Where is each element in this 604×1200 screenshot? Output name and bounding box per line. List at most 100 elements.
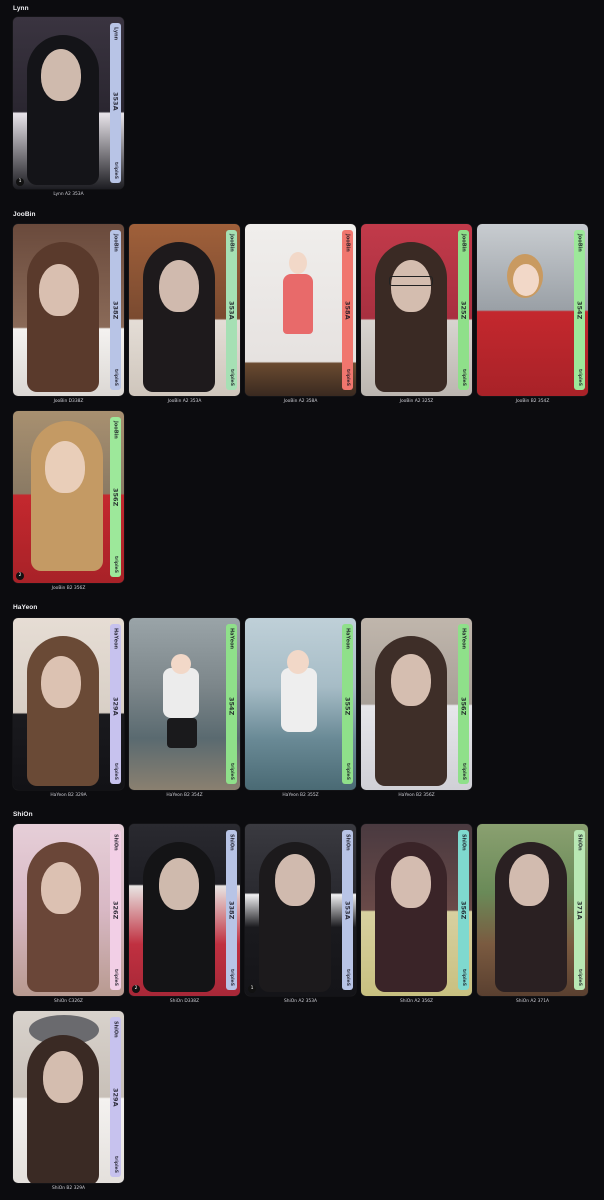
card-caption: HaYeon B2 354Z bbox=[166, 793, 203, 798]
card-photo bbox=[13, 17, 124, 189]
card-photo bbox=[361, 224, 472, 396]
objekt-card[interactable]: HaYeon 355Z tripleS bbox=[245, 618, 356, 790]
strip-collection-code: 326Z bbox=[111, 900, 120, 919]
strip-brand: tripleS bbox=[345, 763, 350, 780]
strip-member-name: JooBin bbox=[460, 234, 467, 252]
face-shape bbox=[513, 264, 539, 296]
card-photo bbox=[13, 618, 124, 790]
face-shape bbox=[41, 862, 81, 914]
strip-member-name: HaYeon bbox=[228, 628, 235, 650]
card-caption: ShiOn A2 353A bbox=[283, 999, 317, 1004]
top-shape bbox=[163, 668, 199, 718]
card-photo bbox=[129, 824, 240, 996]
objekt-card[interactable]: ShiOn 371A tripleS bbox=[477, 824, 588, 996]
face-shape bbox=[287, 650, 309, 674]
objekt-card[interactable]: JooBin 354Z tripleS bbox=[477, 224, 588, 396]
strip-member-name: ShiOn bbox=[460, 834, 467, 851]
strip-collection-code: 356Z bbox=[459, 696, 468, 716]
face-shape bbox=[509, 854, 549, 906]
face-shape bbox=[391, 260, 431, 312]
card-caption: JooBin A2 358A bbox=[283, 399, 318, 404]
card-caption: JooBin B2 356Z bbox=[51, 586, 86, 591]
objekt-card[interactable]: Lynn 353A tripleS 1 bbox=[13, 17, 124, 189]
objekt-card[interactable]: JooBin 356Z tripleS 2 bbox=[13, 411, 124, 583]
objekt-card[interactable]: JooBin 338Z tripleS bbox=[13, 224, 124, 396]
strip-member-name: ShiOn bbox=[576, 834, 583, 851]
objekt-card[interactable]: HaYeon 356Z tripleS bbox=[361, 618, 472, 790]
face-shape bbox=[45, 441, 85, 493]
card-photo bbox=[245, 224, 356, 396]
strip-brand: tripleS bbox=[345, 369, 350, 386]
card-photo bbox=[129, 224, 240, 396]
card-caption: ShiOn A2 371A bbox=[515, 999, 549, 1004]
card-photo bbox=[13, 1011, 124, 1183]
card-caption: Lynn A2 353A bbox=[53, 192, 84, 197]
card-info-strip: JooBin 356Z tripleS bbox=[110, 417, 121, 577]
card-caption: JooBin B2 354Z bbox=[515, 399, 550, 404]
strip-brand: tripleS bbox=[461, 969, 466, 986]
objekt-card[interactable]: JooBin 325Z tripleS bbox=[361, 224, 472, 396]
face-shape bbox=[159, 858, 199, 910]
strip-brand: tripleS bbox=[113, 369, 118, 386]
strip-member-name: JooBin bbox=[344, 234, 351, 252]
copy-count-badge: 2 bbox=[16, 572, 24, 580]
card-info-strip: ShiOn 329A tripleS bbox=[110, 1017, 121, 1177]
face-shape bbox=[159, 260, 199, 312]
shorts-shape bbox=[167, 718, 197, 748]
card-caption: ShiOn A2 356Z bbox=[399, 999, 433, 1004]
objekt-card[interactable]: ShiOn 329A tripleS bbox=[13, 1011, 124, 1183]
card-caption: HaYeon B2 356Z bbox=[398, 793, 435, 798]
strip-member-name: JooBin bbox=[228, 234, 235, 252]
group-title-shion: ShiOn bbox=[13, 811, 33, 818]
strip-member-name: JooBin bbox=[112, 421, 119, 439]
copy-count-badge: 2 bbox=[132, 985, 140, 993]
card-photo bbox=[245, 824, 356, 996]
strip-brand: tripleS bbox=[229, 763, 234, 780]
card-photo bbox=[129, 618, 240, 790]
card-info-strip: HaYeon 356Z tripleS bbox=[458, 624, 469, 784]
face-shape bbox=[39, 264, 79, 316]
strip-collection-code: 356Z bbox=[459, 900, 468, 919]
strip-brand: tripleS bbox=[113, 763, 118, 780]
group-title-hayeon: HaYeon bbox=[13, 604, 38, 611]
objekt-card[interactable]: HaYeon 354Z tripleS bbox=[129, 618, 240, 790]
strip-member-name: ShiOn bbox=[344, 834, 351, 851]
objekt-card[interactable]: ShiOn 338Z tripleS 2 bbox=[129, 824, 240, 996]
strip-collection-code: 353A bbox=[111, 91, 120, 111]
face-shape bbox=[289, 252, 307, 274]
objekt-card[interactable]: ShiOn 356Z tripleS bbox=[361, 824, 472, 996]
strip-brand: tripleS bbox=[461, 369, 466, 386]
strip-member-name: JooBin bbox=[112, 234, 119, 252]
objekt-card[interactable]: JooBin 358A tripleS bbox=[245, 224, 356, 396]
card-info-strip: HaYeon 329A tripleS bbox=[110, 624, 121, 784]
card-caption: ShiOn C326Z bbox=[54, 999, 83, 1004]
strip-collection-code: 371A bbox=[575, 900, 584, 920]
copy-count-badge: 1 bbox=[16, 178, 24, 186]
card-photo bbox=[477, 824, 588, 996]
card-photo bbox=[361, 824, 472, 996]
face-shape bbox=[391, 856, 431, 908]
strip-collection-code: 329A bbox=[111, 696, 120, 716]
strip-collection-code: 355Z bbox=[343, 696, 352, 716]
objekt-card[interactable]: ShiOn 326Z tripleS bbox=[13, 824, 124, 996]
card-info-strip: ShiOn 371A tripleS bbox=[574, 830, 585, 990]
objekt-card[interactable]: ShiOn 353A tripleS 1 bbox=[245, 824, 356, 996]
objekt-collection-page: Lynn Lynn 353A tripleS 1 Lynn A2 353A Jo… bbox=[0, 0, 604, 1200]
strip-collection-code: 354Z bbox=[227, 696, 236, 716]
card-info-strip: ShiOn 356Z tripleS bbox=[458, 830, 469, 990]
strip-brand: tripleS bbox=[113, 969, 118, 986]
card-info-strip: JooBin 354Z tripleS bbox=[574, 230, 585, 390]
objekt-card[interactable]: HaYeon 329A tripleS bbox=[13, 618, 124, 790]
card-caption: ShiOn D338Z bbox=[169, 999, 200, 1004]
strip-collection-code: 338Z bbox=[111, 301, 120, 320]
glasses-shape bbox=[389, 276, 433, 286]
strip-member-name: HaYeon bbox=[460, 628, 467, 650]
card-info-strip: JooBin 353A tripleS bbox=[226, 230, 237, 390]
card-info-strip: JooBin 325Z tripleS bbox=[458, 230, 469, 390]
strip-brand: tripleS bbox=[113, 162, 118, 179]
objekt-card[interactable]: JooBin 353A tripleS bbox=[129, 224, 240, 396]
card-info-strip: HaYeon 355Z tripleS bbox=[342, 624, 353, 784]
strip-member-name: ShiOn bbox=[112, 1021, 119, 1038]
strip-collection-code: 325Z bbox=[459, 301, 468, 320]
strip-brand: tripleS bbox=[577, 969, 582, 986]
